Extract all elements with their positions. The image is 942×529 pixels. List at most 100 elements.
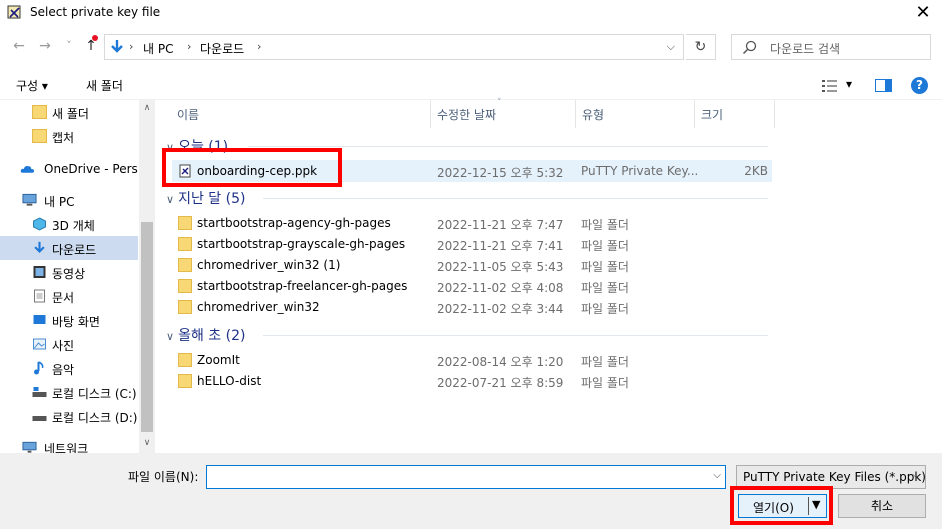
file-row[interactable]: startbootstrap-agency-gh-pages 2022-11-2… bbox=[172, 212, 772, 234]
file-row[interactable]: chromedriver_win32 (1) 2022-11-05 오후 5:4… bbox=[172, 254, 772, 276]
folder-icon bbox=[178, 353, 192, 367]
sidebar-scrollbar[interactable]: ∧ ∨ bbox=[139, 100, 155, 453]
file-type: 파일 폴더 bbox=[581, 260, 629, 274]
folder-icon bbox=[178, 374, 192, 388]
column-header-date[interactable]: 수정한 날짜 bbox=[437, 106, 496, 123]
address-chevron[interactable]: › bbox=[187, 40, 191, 53]
address-dropdown-icon[interactable]: ⌵ bbox=[667, 40, 675, 54]
file-row[interactable]: chromedriver_win32 2022-11-02 오후 3:44 파일… bbox=[172, 296, 772, 318]
file-type: 파일 폴더 bbox=[581, 355, 629, 369]
computer-icon bbox=[22, 193, 37, 206]
sidebar-item-label: 네트워크 bbox=[44, 442, 89, 453]
file-name: ZoomIt bbox=[197, 353, 240, 367]
file-type: 파일 폴더 bbox=[581, 218, 629, 232]
search-box[interactable]: 다운로드 검색 bbox=[731, 34, 931, 60]
group-title: 올해 초 (2) bbox=[178, 328, 246, 344]
up-button[interactable]: ↑ bbox=[82, 38, 100, 54]
file-date: 2022-11-02 오후 4:08 bbox=[437, 281, 564, 295]
group-header-last-month[interactable]: ∨ 지난 달 (5) bbox=[166, 188, 245, 208]
cancel-button[interactable]: 취소 bbox=[838, 494, 926, 518]
sidebar-item-network[interactable]: 네트워크 bbox=[0, 435, 138, 453]
document-icon bbox=[34, 289, 45, 303]
highlight-box-selected-file bbox=[162, 148, 342, 187]
address-segment-downloads[interactable]: 다운로드 bbox=[200, 40, 244, 57]
desktop-icon bbox=[33, 315, 46, 324]
file-size: 2KB bbox=[744, 164, 768, 178]
view-dropdown[interactable]: ▾ bbox=[846, 77, 852, 91]
sidebar-item-drive-d[interactable]: 로컬 디스크 (D:) bbox=[0, 404, 138, 428]
chevron-down-icon: ∨ bbox=[166, 193, 175, 206]
column-divider[interactable] bbox=[774, 100, 775, 128]
scroll-up-arrow[interactable]: ∧ bbox=[139, 103, 155, 113]
scrollbar-thumb[interactable] bbox=[141, 222, 153, 432]
sidebar-item-drive-c[interactable]: 로컬 디스크 (C:) bbox=[0, 380, 138, 404]
organize-menu[interactable]: 구성 ▾ bbox=[16, 77, 48, 94]
sidebar-item-downloads[interactable]: 다운로드 bbox=[0, 236, 138, 260]
chevron-down-icon: ⌵ bbox=[912, 470, 920, 481]
sidebar-item-music[interactable]: 음악 bbox=[0, 356, 138, 380]
forward-button[interactable]: → bbox=[36, 38, 54, 54]
sidebar-item-new-folder[interactable]: 새 폴더 bbox=[0, 100, 138, 124]
sidebar-item-3d-objects[interactable]: 3D 개체 bbox=[0, 212, 138, 236]
address-chevron[interactable]: › bbox=[257, 40, 261, 53]
folder-icon bbox=[32, 129, 47, 143]
address-chevron[interactable]: › bbox=[129, 40, 133, 53]
drive-icon bbox=[32, 416, 47, 421]
music-icon bbox=[34, 361, 44, 375]
command-bar: 구성 ▾ 새 폴더 ▾ ? bbox=[0, 70, 942, 100]
sidebar-item-capture[interactable]: 캡처 bbox=[0, 124, 138, 148]
address-segment-this-pc[interactable]: 내 PC bbox=[143, 40, 173, 57]
preview-pane-icon[interactable] bbox=[875, 79, 892, 92]
file-name: startbootstrap-freelancer-gh-pages bbox=[197, 279, 408, 293]
column-divider[interactable] bbox=[430, 100, 431, 128]
pictures-icon bbox=[33, 338, 46, 350]
view-options-icon[interactable] bbox=[822, 80, 838, 92]
sidebar-item-label: 로컬 디스크 (C:) bbox=[52, 387, 137, 401]
sidebar-item-documents[interactable]: 문서 bbox=[0, 284, 138, 308]
file-date: 2022-07-21 오후 8:59 bbox=[437, 376, 564, 390]
scroll-down-arrow[interactable]: ∨ bbox=[139, 438, 155, 448]
notification-dot bbox=[92, 35, 98, 41]
sort-indicator-icon: ˅ bbox=[497, 98, 502, 108]
download-icon bbox=[34, 241, 45, 253]
group-header-earlier-this-year[interactable]: ∨ 올해 초 (2) bbox=[166, 325, 245, 345]
sidebar-item-label: 동영상 bbox=[52, 267, 86, 281]
file-row[interactable]: startbootstrap-freelancer-gh-pages 2022-… bbox=[172, 275, 772, 297]
address-bar[interactable]: › 내 PC › 다운로드 › ⌵ bbox=[104, 34, 684, 60]
back-button[interactable]: ← bbox=[10, 38, 28, 54]
sidebar-item-label: 바탕 화면 bbox=[52, 315, 100, 329]
sidebar-item-pictures[interactable]: 사진 bbox=[0, 332, 138, 356]
file-row[interactable]: hELLO-dist 2022-07-21 오후 8:59 파일 폴더 bbox=[172, 370, 772, 392]
column-header-size[interactable]: 크기 bbox=[701, 106, 723, 123]
column-header-name[interactable]: 이름 bbox=[177, 106, 199, 123]
sidebar-item-onedrive[interactable]: OneDrive - Personal bbox=[0, 157, 138, 181]
file-row[interactable]: startbootstrap-grayscale-gh-pages 2022-1… bbox=[172, 233, 772, 255]
filename-input[interactable]: ⌵ bbox=[206, 465, 726, 489]
folder-icon bbox=[178, 258, 192, 272]
file-row[interactable]: ZoomIt 2022-08-14 오후 1:20 파일 폴더 bbox=[172, 349, 772, 371]
group-title: 지난 달 (5) bbox=[178, 191, 246, 207]
putty-app-icon bbox=[7, 5, 21, 19]
new-folder-button[interactable]: 새 폴더 bbox=[86, 77, 123, 94]
column-divider[interactable] bbox=[694, 100, 695, 128]
help-button[interactable]: ? bbox=[911, 77, 928, 94]
sidebar-item-videos[interactable]: 동영상 bbox=[0, 260, 138, 284]
recent-locations-button[interactable]: ˅ bbox=[60, 38, 78, 54]
refresh-button[interactable]: ↻ bbox=[686, 34, 716, 60]
chevron-down-icon: ∨ bbox=[166, 330, 175, 343]
chevron-down-icon[interactable]: ⌵ bbox=[713, 470, 721, 481]
sidebar-item-this-pc[interactable]: 내 PC bbox=[0, 188, 138, 212]
column-header-type[interactable]: 유형 bbox=[582, 106, 604, 123]
sidebar-item-label: OneDrive - Personal bbox=[44, 162, 138, 176]
cube-icon bbox=[33, 217, 46, 231]
sidebar-item-desktop[interactable]: 바탕 화면 bbox=[0, 308, 138, 332]
column-divider[interactable] bbox=[575, 100, 576, 128]
close-button[interactable]: ✕ bbox=[912, 2, 934, 24]
file-name: hELLO-dist bbox=[197, 374, 262, 388]
group-divider bbox=[248, 146, 768, 147]
group-divider bbox=[263, 335, 768, 336]
sidebar-item-label: 캡처 bbox=[52, 131, 75, 145]
file-name: chromedriver_win32 (1) bbox=[197, 258, 341, 272]
navigation-pane: 새 폴더 캡처 OneDrive - Personal 내 PC 3D 개체 다… bbox=[0, 100, 155, 453]
file-date: 2022-12-15 오후 5:32 bbox=[437, 166, 564, 180]
